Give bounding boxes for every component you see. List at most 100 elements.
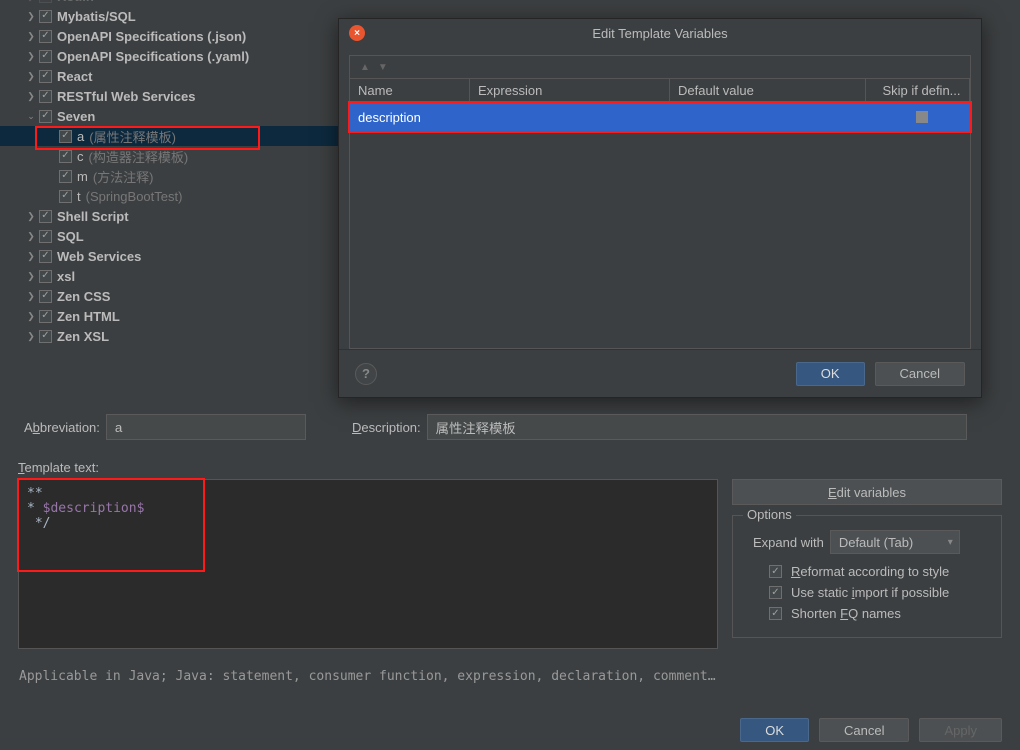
cancel-button[interactable]: Cancel xyxy=(819,718,909,742)
tree-item-a[interactable]: a (属性注释模板) xyxy=(0,126,340,146)
template-text-label: Template text: xyxy=(18,460,1002,475)
abbreviation-input[interactable] xyxy=(106,414,306,440)
checkbox[interactable] xyxy=(39,50,52,63)
tree-item-zen-html[interactable]: ❯ Zen HTML xyxy=(0,306,340,326)
tree-item-openapi-specifications-json-[interactable]: ❯ OpenAPI Specifications (.json) xyxy=(0,26,340,46)
applicable-contexts: Applicable in Java; Java: statement, con… xyxy=(19,669,719,684)
checkbox[interactable] xyxy=(39,70,52,83)
shorten-fq-label: Shorten FQ names xyxy=(791,606,901,621)
options-group: Options Expand with Default (Tab) Reform… xyxy=(732,515,1002,638)
cell-expression[interactable] xyxy=(470,103,670,131)
cell-name[interactable]: description xyxy=(350,103,470,131)
chevron-right-icon[interactable]: ❯ xyxy=(25,230,37,242)
checkbox[interactable] xyxy=(39,0,52,3)
checkbox[interactable] xyxy=(39,290,52,303)
tree-item-t[interactable]: t(SpringBootTest) xyxy=(0,186,340,206)
edit-variables-button[interactable]: Edit variables xyxy=(732,479,1002,505)
checkbox[interactable] xyxy=(39,310,52,323)
cell-default[interactable] xyxy=(670,103,866,131)
description-input[interactable] xyxy=(427,414,967,440)
expand-with-label: Expand with xyxy=(753,535,824,550)
tree-item-zen-xsl[interactable]: ❯ Zen XSL xyxy=(0,326,340,346)
expand-spacer xyxy=(45,130,57,142)
checkbox[interactable] xyxy=(59,150,72,163)
tree-item-label: OpenAPI Specifications (.json) xyxy=(57,29,246,44)
checkbox[interactable] xyxy=(39,10,52,23)
dialog-title: Edit Template Variables xyxy=(592,26,727,41)
checkbox[interactable] xyxy=(39,90,52,103)
description-label: Description: xyxy=(352,420,421,435)
chevron-right-icon[interactable]: ❯ xyxy=(25,330,37,342)
tree-item-seven[interactable]: ⌄ Seven xyxy=(0,106,340,126)
tree-item-label: t xyxy=(77,189,81,204)
chevron-right-icon[interactable]: ❯ xyxy=(25,0,37,2)
tree-item-shell-script[interactable]: ❯Shell Script xyxy=(0,206,340,226)
tree-item-xsl[interactable]: ❯ xsl xyxy=(0,266,340,286)
chevron-right-icon[interactable]: ❯ xyxy=(25,90,37,102)
chevron-right-icon[interactable]: ❯ xyxy=(25,210,37,222)
template-text-editor[interactable]: ** * $description$ */ Applicable in Java… xyxy=(18,479,718,649)
chevron-right-icon[interactable]: ❯ xyxy=(25,290,37,302)
close-icon[interactable]: × xyxy=(349,25,365,41)
ok-button[interactable]: OK xyxy=(740,718,809,742)
tree-item-desc: (方法注释) xyxy=(93,167,154,186)
chevron-right-icon[interactable]: ❯ xyxy=(25,10,37,22)
shorten-fq-checkbox[interactable] xyxy=(769,607,782,620)
table-row[interactable]: description xyxy=(350,103,970,131)
settings-footer: OK Cancel Apply xyxy=(740,718,1002,742)
variables-table[interactable]: Name Expression Default value Skip if de… xyxy=(349,79,971,349)
tree-item-label: xsl xyxy=(57,269,75,284)
template-tree[interactable]: ❯Kotlin❯Mybatis/SQL❯OpenAPI Specificatio… xyxy=(0,0,340,346)
tree-item-m[interactable]: m(方法注释) xyxy=(0,166,340,186)
chevron-right-icon[interactable]: ❯ xyxy=(25,310,37,322)
checkbox[interactable] xyxy=(39,30,52,43)
tree-item-label: Mybatis/SQL xyxy=(57,9,136,24)
tree-item-restful-web-services[interactable]: ❯RESTful Web Services xyxy=(0,86,340,106)
cell-skip[interactable] xyxy=(866,103,970,131)
checkbox[interactable] xyxy=(39,110,52,123)
tree-item-label: a xyxy=(77,129,84,144)
static-import-checkbox[interactable] xyxy=(769,586,782,599)
tree-item-label: Zen XSL xyxy=(57,329,109,344)
tree-item-mybatis-sql[interactable]: ❯ Mybatis/SQL xyxy=(0,6,340,26)
apply-button[interactable]: Apply xyxy=(919,718,1002,742)
options-title: Options xyxy=(743,507,796,522)
tree-item-label: Zen HTML xyxy=(57,309,120,324)
skip-checkbox[interactable] xyxy=(916,111,928,123)
cancel-button[interactable]: Cancel xyxy=(875,362,965,386)
tree-item-react[interactable]: ❯React xyxy=(0,66,340,86)
tree-item-web-services[interactable]: ❯Web Services xyxy=(0,246,340,266)
ok-button[interactable]: OK xyxy=(796,362,865,386)
chevron-right-icon[interactable]: ❯ xyxy=(25,250,37,262)
move-down-icon[interactable]: ▼ xyxy=(378,62,388,73)
move-up-icon[interactable]: ▲ xyxy=(360,62,370,73)
tree-item-desc: (属性注释模板) xyxy=(89,127,176,146)
tree-item-zen-css[interactable]: ❯Zen CSS xyxy=(0,286,340,306)
tree-item-sql[interactable]: ❯SQL xyxy=(0,226,340,246)
checkbox[interactable] xyxy=(39,270,52,283)
dialog-titlebar: × Edit Template Variables xyxy=(339,19,981,47)
tree-item-label: Kotlin xyxy=(57,0,94,4)
checkbox[interactable] xyxy=(59,130,72,143)
help-icon[interactable]: ? xyxy=(355,363,377,385)
checkbox[interactable] xyxy=(39,210,52,223)
tree-item-openapi-specifications-yaml-[interactable]: ❯OpenAPI Specifications (.yaml) xyxy=(0,46,340,66)
reformat-checkbox[interactable] xyxy=(769,565,782,578)
chevron-down-icon[interactable]: ⌄ xyxy=(25,110,37,122)
editor-line: */ xyxy=(27,516,709,531)
checkbox[interactable] xyxy=(59,170,72,183)
checkbox[interactable] xyxy=(39,250,52,263)
checkbox[interactable] xyxy=(59,190,72,203)
checkbox[interactable] xyxy=(39,330,52,343)
tree-item-kotlin[interactable]: ❯ Kotlin xyxy=(0,0,340,6)
chevron-right-icon[interactable]: ❯ xyxy=(25,270,37,282)
chevron-right-icon[interactable]: ❯ xyxy=(25,30,37,42)
reorder-toolbar: ▲ ▼ xyxy=(349,55,971,79)
expand-spacer xyxy=(45,170,57,182)
tree-item-c[interactable]: c(构造器注释模板) xyxy=(0,146,340,166)
tree-item-label: Seven xyxy=(57,109,95,124)
chevron-right-icon[interactable]: ❯ xyxy=(25,50,37,62)
chevron-right-icon[interactable]: ❯ xyxy=(25,70,37,82)
checkbox[interactable] xyxy=(39,230,52,243)
expand-with-select[interactable]: Default (Tab) xyxy=(830,530,960,554)
